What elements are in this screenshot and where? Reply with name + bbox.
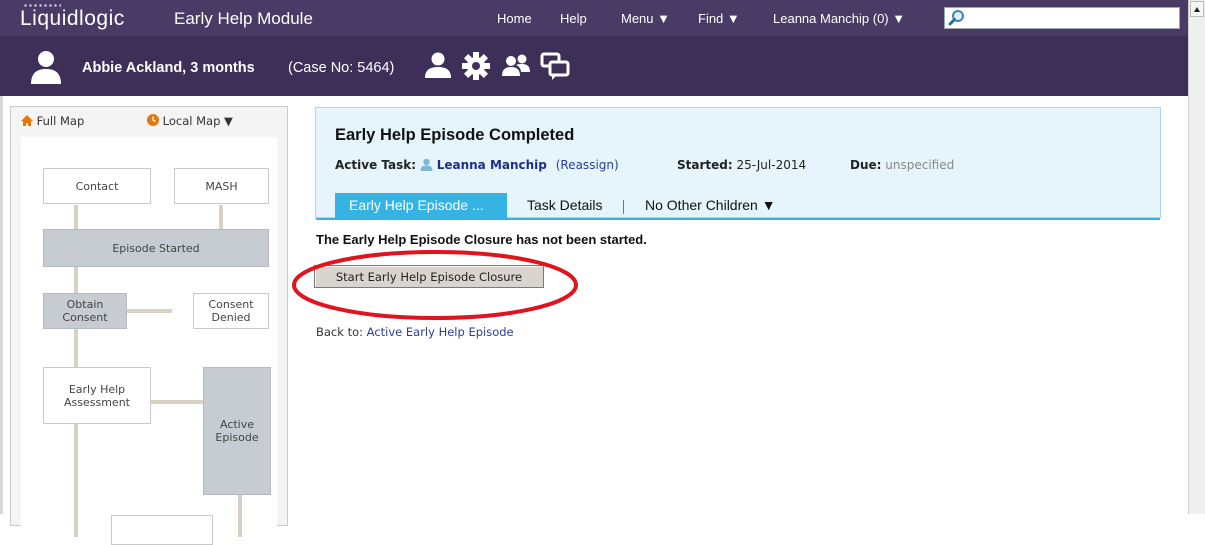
group-icon[interactable]	[500, 51, 532, 85]
nav-home[interactable]: Home	[497, 11, 532, 26]
red-highlight-ellipse	[292, 250, 578, 320]
due-label: Due:	[850, 158, 882, 172]
started-info: Started: 25-Jul-2014	[677, 158, 806, 172]
map-connector	[238, 495, 242, 537]
map-connector	[74, 205, 78, 229]
active-episode-line2: Episode	[215, 431, 259, 444]
magnifier-icon[interactable]	[948, 9, 966, 31]
gear-icon[interactable]	[461, 51, 491, 85]
brand-logo[interactable]: Liquidlogic	[20, 7, 125, 31]
process-map-panel: Full Map Local Map ▼ Contact MASH Episod…	[10, 106, 288, 545]
back-label: Back to:	[316, 325, 363, 339]
started-label: Started:	[677, 158, 733, 172]
tab-task-details[interactable]: Task Details	[513, 193, 616, 218]
case-number: (Case No: 5464)	[288, 60, 395, 76]
user-icon	[420, 158, 433, 171]
patient-bar: Abbie Ackland, 3 months (Case No: 5464)	[0, 36, 1188, 96]
map-tabs: Full Map Local Map ▼	[11, 107, 287, 133]
module-title: Early Help Module	[174, 9, 313, 28]
map-connector	[74, 329, 78, 367]
assignee-link[interactable]: Leanna Manchip	[437, 158, 547, 172]
active-episode-line1: Active	[219, 418, 255, 431]
map-node-contact[interactable]: Contact	[43, 168, 151, 204]
tab-full-map[interactable]: Full Map	[21, 114, 84, 128]
map-node-obtain-consent[interactable]: Obtain Consent	[43, 293, 127, 329]
map-node-mash[interactable]: MASH	[174, 168, 269, 204]
back-link[interactable]: Active Early Help Episode	[367, 325, 514, 339]
map-connector	[151, 400, 203, 404]
back-navigation: Back to: Active Early Help Episode	[316, 325, 514, 339]
patient-avatar-icon	[30, 50, 62, 88]
due-value: unspecified	[885, 158, 955, 172]
page-edge	[0, 96, 3, 514]
due-info: Due: unspecified	[850, 158, 954, 172]
consent-denied-line2: Denied	[211, 311, 251, 324]
messages-icon[interactable]	[540, 51, 572, 85]
closure-status-message: The Early Help Episode Closure has not b…	[316, 232, 647, 247]
full-map-label: Full Map	[36, 114, 85, 128]
assessment-line2: Assessment	[64, 395, 130, 409]
map-node-early-help-assessment[interactable]: Early Help Assessment	[43, 367, 151, 424]
started-date: 25-Jul-2014	[736, 158, 807, 172]
map-node-active-episode[interactable]: Active Episode	[203, 367, 271, 495]
search-input[interactable]	[944, 7, 1180, 29]
consent-denied-line1: Consent	[208, 298, 254, 311]
map-connector	[74, 267, 78, 293]
nav-menu[interactable]: Menu ▼	[621, 11, 670, 26]
vertical-scrollbar[interactable]	[1188, 0, 1205, 514]
task-tabs: Early Help Episode ... Task Details No O…	[316, 188, 1160, 220]
top-navigation-bar: Liquidlogic Early Help Module Home Help …	[0, 0, 1188, 36]
clock-icon	[147, 114, 159, 126]
tab-early-help-episode[interactable]: Early Help Episode ...	[335, 193, 507, 218]
nav-find[interactable]: Find ▼	[698, 11, 740, 26]
tab-local-map[interactable]: Local Map ▼	[147, 114, 233, 128]
assessment-line1: Early Help	[68, 382, 126, 396]
local-map-label: Local Map ▼	[162, 114, 233, 128]
patient-name: Abbie Ackland, 3 months	[82, 60, 255, 76]
home-icon	[21, 115, 33, 126]
tab-no-other-children[interactable]: No Other Children ▼	[631, 193, 790, 218]
task-title: Early Help Episode Completed	[335, 126, 575, 144]
task-header-panel: Early Help Episode Completed Active Task…	[315, 107, 1161, 220]
active-task-label: Active Task:	[335, 158, 417, 172]
map-node-consent-denied[interactable]: Consent Denied	[193, 293, 269, 329]
reassign-link[interactable]: (Reassign)	[556, 158, 619, 172]
map-node-episode-started[interactable]: Episode Started	[43, 229, 269, 267]
map-connector	[74, 424, 78, 537]
nav-user-menu[interactable]: Leanna Manchip (0) ▼	[773, 11, 905, 26]
map-connector	[126, 309, 172, 313]
scroll-up-arrow-icon[interactable]	[1190, 1, 1204, 17]
map-connector	[219, 205, 223, 229]
nav-help[interactable]: Help	[560, 11, 587, 26]
active-task: Active Task: Leanna Manchip (Reassign)	[335, 158, 619, 172]
tab-divider	[623, 200, 624, 214]
process-map-canvas: Contact MASH Episode Started Obtain Cons…	[21, 137, 277, 545]
map-node-partial[interactable]	[111, 515, 213, 545]
person-icon[interactable]	[423, 51, 453, 85]
